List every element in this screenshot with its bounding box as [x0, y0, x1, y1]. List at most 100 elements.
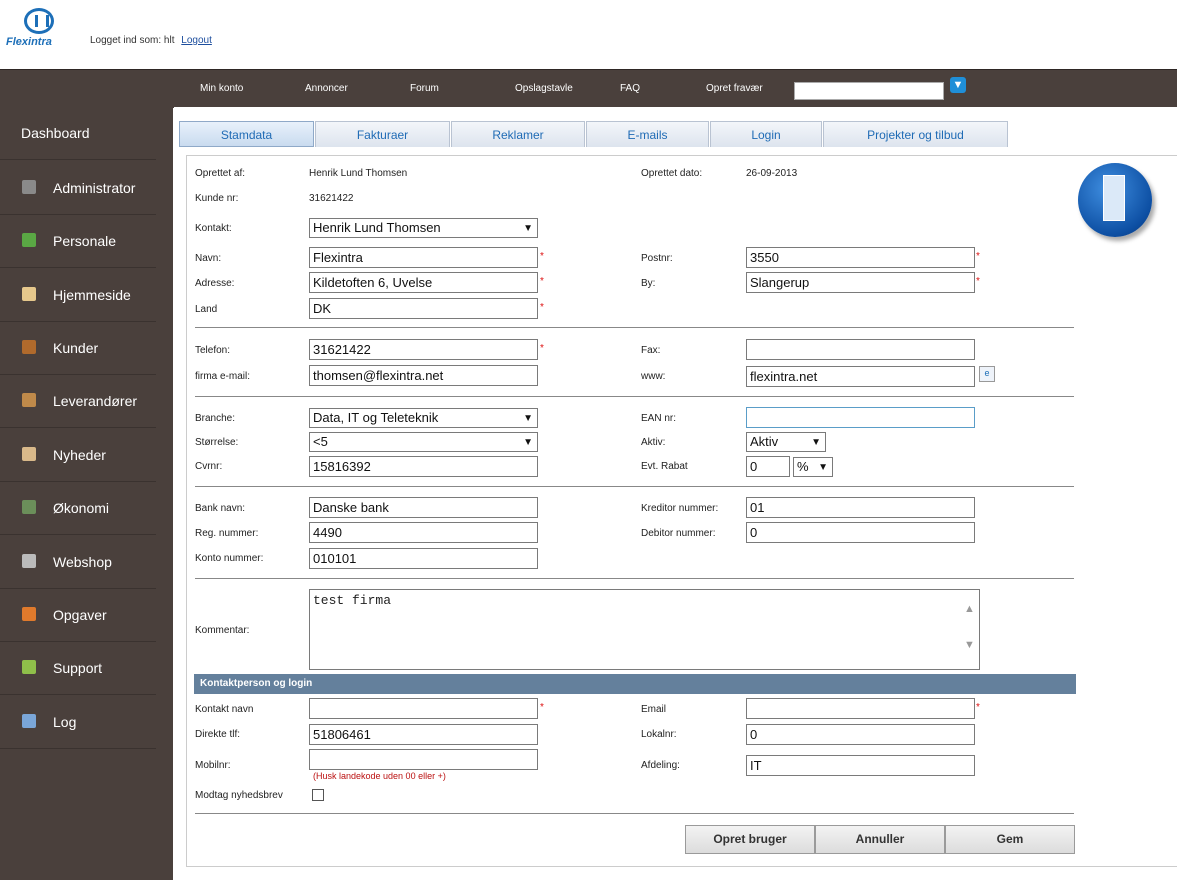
nav-opret-fravaer[interactable]: Opret fravær [706, 83, 763, 94]
sidebar-item-dashboard[interactable]: Dashboard [0, 107, 156, 160]
navn-label: Navn: [195, 253, 222, 264]
nav-annoncer[interactable]: Annoncer [305, 83, 348, 94]
nav-opslagstavle[interactable]: Opslagstavle [515, 83, 573, 94]
branche-select[interactable]: Data, IT og Teleteknik ▼ [309, 408, 538, 428]
adresse-field[interactable]: Kildetoften 6, Uvelse [309, 272, 538, 293]
top-navigation: Min konto Annoncer Forum Opslagstavle FA… [0, 69, 1177, 108]
by-label: By: [641, 278, 656, 289]
sidebar-item-okonomi[interactable]: Økonomi [0, 482, 156, 535]
kontakt-navn-field[interactable] [309, 698, 538, 719]
kunde-nr-value: 31621422 [309, 193, 354, 204]
nyhedsbrev-checkbox[interactable] [312, 789, 324, 801]
sidebar-item-label: Personale [53, 233, 117, 249]
oprettet-af-label: Oprettet af: [195, 168, 246, 179]
scroll-up-icon[interactable]: ▲ [964, 603, 975, 615]
chevron-down-icon: ▼ [523, 223, 533, 234]
sidebar-item-kunder[interactable]: Kunder [0, 322, 156, 375]
aktiv-select[interactable]: Aktiv ▼ [746, 432, 826, 452]
navn-field[interactable]: Flexintra [309, 247, 538, 268]
sidebar-item-support[interactable]: Support [0, 642, 156, 695]
kommentar-textarea[interactable]: test firma [309, 589, 980, 670]
postnr-field[interactable]: 3550 [746, 247, 975, 268]
admin-icon [22, 180, 36, 194]
sidebar-item-label: Webshop [53, 554, 112, 570]
scroll-down-icon[interactable]: ▼ [964, 639, 975, 651]
kp-email-field[interactable] [746, 698, 975, 719]
textarea-scrollbar[interactable]: ▲ ▼ [962, 591, 978, 668]
tab-reklamer[interactable]: Reklamer [451, 121, 585, 147]
open-link-icon[interactable]: e [979, 366, 995, 382]
sidebar-item-label: Support [53, 660, 103, 676]
kreditor-field[interactable]: 01 [746, 497, 975, 518]
sidebar-item-webshop[interactable]: Webshop [0, 536, 156, 589]
debitor-field[interactable]: 0 [746, 522, 975, 543]
www-field[interactable]: flexintra.net [746, 366, 975, 387]
sidebar-item-administrator[interactable]: Administrator [0, 162, 156, 215]
kommentar-label: Kommentar: [195, 625, 250, 636]
login-status: Logget ind som: hlt Logout [90, 35, 212, 46]
rabat-field[interactable]: 0 [746, 456, 790, 477]
sidebar-item-nyheder[interactable]: Nyheder [0, 429, 156, 482]
rabat-unit-select[interactable]: % ▼ [793, 457, 833, 477]
storrelse-select[interactable]: <5 ▼ [309, 432, 538, 452]
sidebar-item-personale[interactable]: Personale [0, 215, 156, 268]
divider [195, 486, 1074, 487]
filter-icon[interactable]: ▼ [950, 77, 966, 93]
aktiv-select-value: Aktiv [750, 434, 779, 449]
ean-field[interactable] [746, 407, 975, 428]
afdeling-label: Afdeling: [641, 760, 680, 771]
required-mark: * [540, 302, 544, 313]
bank-field[interactable]: Danske bank [309, 497, 538, 518]
sidebar-item-opgaver[interactable]: Opgaver [0, 589, 156, 642]
sidebar-item-leverandorer[interactable]: Leverandører [0, 375, 156, 428]
nav-forum[interactable]: Forum [410, 83, 439, 94]
tab-stamdata[interactable]: Stamdata [179, 121, 314, 147]
required-mark: * [540, 276, 544, 287]
opret-bruger-button[interactable]: Opret bruger [685, 825, 815, 854]
fax-field[interactable] [746, 339, 975, 360]
kunde-nr-label: Kunde nr: [195, 193, 239, 204]
sidebar-item-label: Dashboard [21, 125, 90, 141]
search-input[interactable] [794, 82, 944, 100]
nyhedsbrev-label: Modtag nyhedsbrev [195, 790, 283, 801]
required-mark: * [976, 276, 980, 287]
rabat-unit-value: % [797, 459, 809, 474]
firma-email-field[interactable]: thomsen@flexintra.net [309, 365, 538, 386]
postnr-label: Postnr: [641, 253, 673, 264]
sidebar-item-label: Økonomi [53, 500, 110, 516]
annuller-button[interactable]: Annuller [815, 825, 945, 854]
logo-text: Flexintra [6, 36, 52, 48]
sidebar-item-label: Kunder [53, 340, 99, 356]
sidebar-item-label: Hjemmeside [53, 287, 131, 303]
land-field[interactable]: DK [309, 298, 538, 319]
sidebar-item-log[interactable]: Log [0, 696, 156, 749]
by-field[interactable]: Slangerup [746, 272, 975, 293]
nav-min-konto[interactable]: Min konto [200, 83, 243, 94]
gem-button[interactable]: Gem [945, 825, 1075, 854]
nav-faq[interactable]: FAQ [620, 83, 640, 94]
lokal-field[interactable]: 0 [746, 724, 975, 745]
direkte-field[interactable]: 51806461 [309, 724, 538, 745]
reg-field[interactable]: 4490 [309, 522, 538, 543]
sidebar-item-hjemmeside[interactable]: Hjemmeside [0, 269, 156, 322]
mobil-label: Mobilnr: [195, 760, 231, 771]
tab-fakturaer[interactable]: Fakturaer [315, 121, 450, 147]
logout-link[interactable]: Logout [181, 35, 212, 46]
support-icon [22, 660, 36, 674]
direkte-label: Direkte tlf: [195, 729, 241, 740]
afdeling-field[interactable]: IT [746, 755, 975, 776]
telefon-field[interactable]: 31621422 [309, 339, 538, 360]
fax-label: Fax: [641, 345, 661, 356]
tab-projekter[interactable]: Projekter og tilbud [823, 121, 1008, 147]
required-mark: * [976, 251, 980, 262]
cvr-field[interactable]: 15816392 [309, 456, 538, 477]
divider [195, 578, 1074, 579]
tab-emails[interactable]: E-mails [586, 121, 709, 147]
mobil-field[interactable] [309, 749, 538, 770]
chevron-down-icon: ▼ [811, 437, 821, 448]
log-icon [22, 714, 36, 728]
tab-login[interactable]: Login [710, 121, 822, 147]
required-mark: * [540, 702, 544, 713]
konto-field[interactable]: 010101 [309, 548, 538, 569]
kontakt-select[interactable]: Henrik Lund Thomsen ▼ [309, 218, 538, 238]
